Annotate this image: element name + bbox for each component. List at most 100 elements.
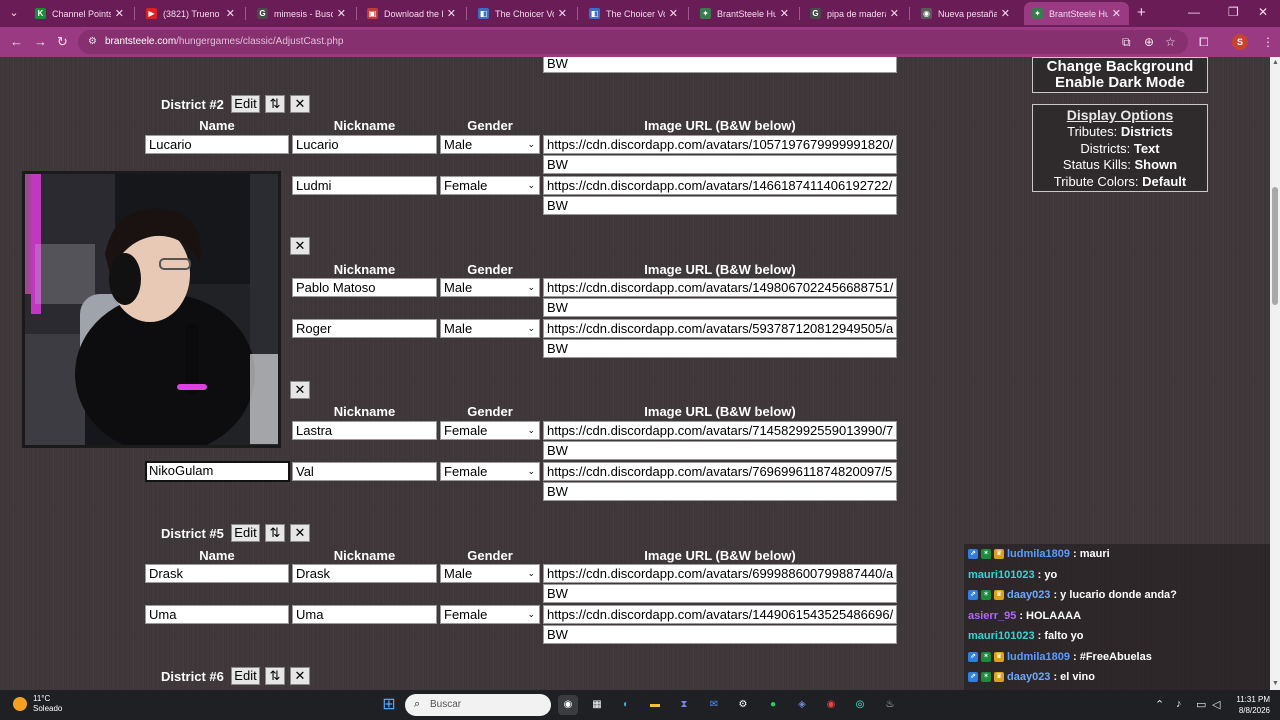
- image-url-field[interactable]: https://cdn.discordapp.com/avatars/14980…: [543, 278, 897, 297]
- scroll-up-icon[interactable]: ▲: [1272, 59, 1279, 66]
- close-tab-icon[interactable]: ✕: [1001, 7, 1010, 20]
- steam-app-icon[interactable]: ♨: [880, 695, 900, 715]
- image-url-field[interactable]: https://cdn.discordapp.com/avatars/69998…: [543, 564, 897, 583]
- restore-icon[interactable]: ❐: [1228, 5, 1239, 19]
- tray-chevron-icon[interactable]: ⌃: [1155, 698, 1164, 711]
- extensions-icon[interactable]: ⧠: [1199, 35, 1209, 50]
- page-scrollbar[interactable]: ▲ ▼: [1270, 57, 1280, 690]
- discord-app-icon[interactable]: ◈: [792, 695, 812, 715]
- mail-app-icon[interactable]: ✉: [704, 695, 724, 715]
- zoom-icon[interactable]: ⊕: [1144, 35, 1154, 49]
- sun-icon[interactable]: [13, 697, 27, 711]
- close-tab-icon[interactable]: ✕: [669, 7, 678, 20]
- status-kills-option[interactable]: Status Kills: Shown: [1033, 157, 1207, 174]
- tribute-gender-select[interactable]: Male ⌄: [440, 135, 540, 154]
- close-tab-icon[interactable]: ✕: [780, 7, 789, 20]
- edge-app-icon[interactable]: ◐: [616, 695, 636, 715]
- tribute-nickname-field[interactable]: Val: [292, 462, 437, 481]
- translate-icon[interactable]: ⧉: [1122, 35, 1131, 50]
- image-bw-field[interactable]: BW: [543, 482, 897, 501]
- tribute-colors-option[interactable]: Tribute Colors: Default: [1033, 174, 1207, 191]
- profile-avatar[interactable]: S: [1232, 34, 1248, 50]
- delete-district-icon[interactable]: ✕: [290, 524, 310, 542]
- windows-start-icon[interactable]: ⊞: [379, 695, 399, 715]
- tribute-gender-select[interactable]: Female ⌄: [440, 605, 540, 624]
- image-url-field[interactable]: https://cdn.discordapp.com/avatars/14490…: [543, 605, 897, 624]
- tribute-gender-select[interactable]: Male ⌄: [440, 319, 540, 338]
- store-app-icon[interactable]: ▦: [587, 695, 607, 715]
- browser-tab[interactable]: ✦ BrantSteele Hung ✕: [1024, 2, 1129, 25]
- weather-widget[interactable]: 11°C Soleado: [33, 694, 62, 714]
- network-icon[interactable]: ▭: [1196, 698, 1206, 711]
- tribute-nickname-field[interactable]: Pablo Matoso: [292, 278, 437, 297]
- bookmark-star-icon[interactable]: ☆: [1165, 35, 1176, 49]
- browser-tab[interactable]: ▣ Download the lat ✕: [359, 2, 464, 25]
- delete-district-icon[interactable]: ✕: [290, 95, 310, 113]
- delete-district-icon[interactable]: ✕: [290, 381, 310, 399]
- close-tab-icon[interactable]: ✕: [447, 7, 456, 20]
- sort-district-icon[interactable]: ⇅: [265, 667, 285, 685]
- scrollbar-thumb[interactable]: [1272, 187, 1278, 305]
- microphone-icon[interactable]: ♪: [1176, 698, 1182, 710]
- tribute-nickname-field[interactable]: Roger: [292, 319, 437, 338]
- districts-option[interactable]: Districts: Text: [1033, 141, 1207, 158]
- site-info-icon[interactable]: ⚙: [88, 36, 100, 48]
- file-explorer-icon[interactable]: ▬: [645, 695, 665, 715]
- tributes-option[interactable]: Tributes: Districts: [1033, 124, 1207, 141]
- enable-dark-mode-link[interactable]: Enable Dark Mode: [1033, 75, 1207, 91]
- image-url-field[interactable]: https://cdn.discordapp.com/avatars/76969…: [543, 462, 897, 481]
- close-tab-icon[interactable]: ✕: [226, 7, 235, 20]
- browser-tab[interactable]: Gpipa de madera - ✕: [802, 2, 907, 25]
- change-background-link[interactable]: Change Background: [1033, 59, 1207, 75]
- tribute-nickname-field[interactable]: Drask: [292, 564, 437, 583]
- tribute-name-field[interactable]: Uma: [145, 605, 289, 624]
- browser-tab[interactable]: K Channel Points - ✕: [27, 2, 132, 25]
- new-tab-button[interactable]: +: [1137, 4, 1146, 22]
- browser-tab[interactable]: ◧ The Choicer Voic ✕: [470, 2, 575, 25]
- url-text[interactable]: brantsteele.com/hungergames/classic/Adju…: [105, 36, 343, 47]
- image-bw-field[interactable]: BW: [543, 196, 897, 215]
- reload-button[interactable]: ↻: [57, 34, 68, 50]
- edit-district-button[interactable]: Edit: [231, 524, 260, 542]
- tribute-gender-select[interactable]: Male ⌄: [440, 278, 540, 297]
- tribute-nickname-field[interactable]: Lucario: [292, 135, 437, 154]
- browser-tab[interactable]: ◧ The Choicer Voic ✕: [581, 2, 686, 25]
- edit-district-button[interactable]: Edit: [231, 667, 260, 685]
- tribute-gender-select[interactable]: Female ⌄: [440, 462, 540, 481]
- close-tab-icon[interactable]: ✕: [558, 7, 567, 20]
- browser-app-icon[interactable]: ◎: [850, 695, 870, 715]
- system-clock[interactable]: 11:31 PM 8/8/2026: [1226, 694, 1270, 716]
- close-tab-icon[interactable]: ✕: [115, 7, 124, 20]
- display-options-title[interactable]: Display Options: [1033, 107, 1207, 124]
- taskbar-search[interactable]: [405, 694, 551, 716]
- image-url-field[interactable]: https://cdn.discordapp.com/avatars/71458…: [543, 421, 897, 440]
- image-bw-field[interactable]: BW: [543, 625, 897, 644]
- image-url-field[interactable]: https://cdn.discordapp.com/avatars/59378…: [543, 319, 897, 338]
- tribute-nickname-field[interactable]: Lastra: [292, 421, 437, 440]
- scroll-down-icon[interactable]: ▼: [1272, 680, 1279, 687]
- back-button[interactable]: ←: [10, 34, 23, 50]
- tribute-nickname-field[interactable]: Uma: [292, 605, 437, 624]
- forward-button[interactable]: →: [34, 34, 47, 50]
- tribute-gender-select[interactable]: Female ⌄: [440, 421, 540, 440]
- chrome-app-icon[interactable]: ◉: [558, 695, 578, 715]
- image-url-field[interactable]: https://cdn.discordapp.com/avatars/14661…: [543, 176, 897, 195]
- close-tab-icon[interactable]: ✕: [890, 7, 899, 20]
- tribute-gender-select[interactable]: Male ⌄: [440, 564, 540, 583]
- browser-menu-icon[interactable]: ⋮: [1262, 35, 1274, 49]
- settings-app-icon[interactable]: ⚙: [733, 695, 753, 715]
- tribute-name-field[interactable]: Drask: [145, 564, 289, 583]
- browser-tab[interactable]: ◉ Nueva pestaña ✕: [913, 2, 1018, 25]
- close-tab-icon[interactable]: ✕: [337, 7, 346, 20]
- tribute-name-field[interactable]: NikoGulam: [145, 461, 290, 482]
- spotify-app-icon[interactable]: ●: [763, 695, 783, 715]
- close-tab-icon[interactable]: ✕: [1112, 7, 1121, 20]
- browser-tab[interactable]: Gmimesis - Buscar ✕: [249, 2, 354, 25]
- image-bw-field[interactable]: BW: [543, 57, 897, 73]
- delete-district-icon[interactable]: ✕: [290, 237, 310, 255]
- edit-district-button[interactable]: Edit: [231, 95, 260, 113]
- image-url-field[interactable]: https://cdn.discordapp.com/avatars/10571…: [543, 135, 897, 154]
- speaker-icon[interactable]: ◁: [1212, 698, 1220, 711]
- image-bw-field[interactable]: BW: [543, 584, 897, 603]
- minimize-icon[interactable]: —: [1188, 5, 1200, 19]
